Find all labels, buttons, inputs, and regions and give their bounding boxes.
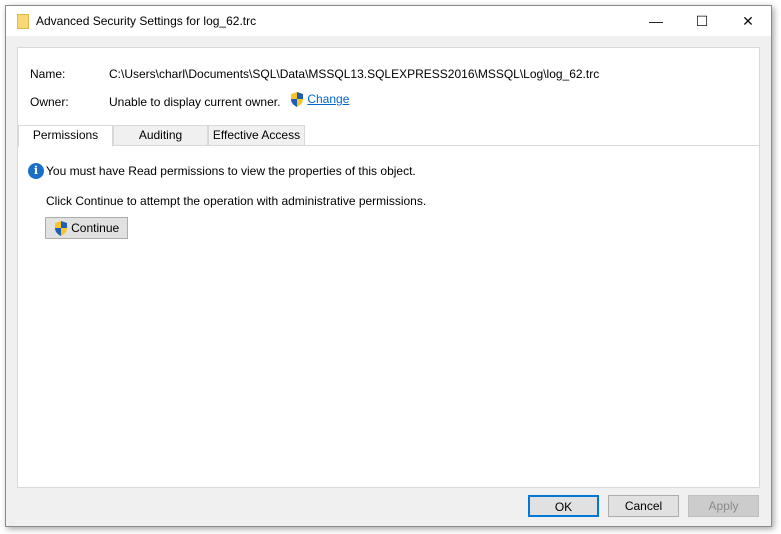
tab-bar: Permissions Auditing Effective Access bbox=[18, 125, 759, 147]
name-label: Name: bbox=[30, 67, 66, 81]
uac-shield-icon bbox=[291, 92, 303, 108]
change-owner-link[interactable]: Change bbox=[290, 92, 349, 108]
ok-button[interactable]: OK bbox=[528, 495, 599, 517]
window-title: Advanced Security Settings for log_62.tr… bbox=[36, 14, 257, 28]
uac-shield-icon bbox=[54, 221, 67, 237]
tab-effective-access[interactable]: Effective Access bbox=[208, 125, 305, 146]
owner-label: Owner: bbox=[30, 95, 69, 109]
minimize-button[interactable]: — bbox=[633, 6, 679, 36]
apply-button[interactable]: Apply bbox=[688, 495, 759, 517]
continue-label: Continue bbox=[71, 221, 120, 235]
info-icon: i bbox=[28, 163, 44, 179]
permission-message: You must have Read permissions to view t… bbox=[46, 164, 416, 178]
tab-permissions[interactable]: Permissions bbox=[18, 125, 113, 147]
instruction-text: Click Continue to attempt the operation … bbox=[46, 194, 427, 208]
name-value: C:\Users\charl\Documents\SQL\Data\MSSQL1… bbox=[109, 67, 600, 81]
title-bar: Advanced Security Settings for log_62.tr… bbox=[6, 6, 771, 36]
folder-icon bbox=[17, 14, 29, 29]
maximize-button[interactable]: ☐ bbox=[679, 6, 725, 36]
change-link-text[interactable]: Change bbox=[307, 92, 349, 106]
main-panel: Name: C:\Users\charl\Documents\SQL\Data\… bbox=[17, 47, 760, 488]
owner-value: Unable to display current owner. bbox=[109, 95, 281, 109]
continue-button[interactable]: Continue bbox=[45, 217, 128, 239]
dialog-window: Advanced Security Settings for log_62.tr… bbox=[5, 5, 772, 527]
close-button[interactable]: ✕ bbox=[725, 6, 771, 36]
cancel-button[interactable]: Cancel bbox=[608, 495, 679, 517]
tab-auditing[interactable]: Auditing bbox=[113, 125, 208, 146]
